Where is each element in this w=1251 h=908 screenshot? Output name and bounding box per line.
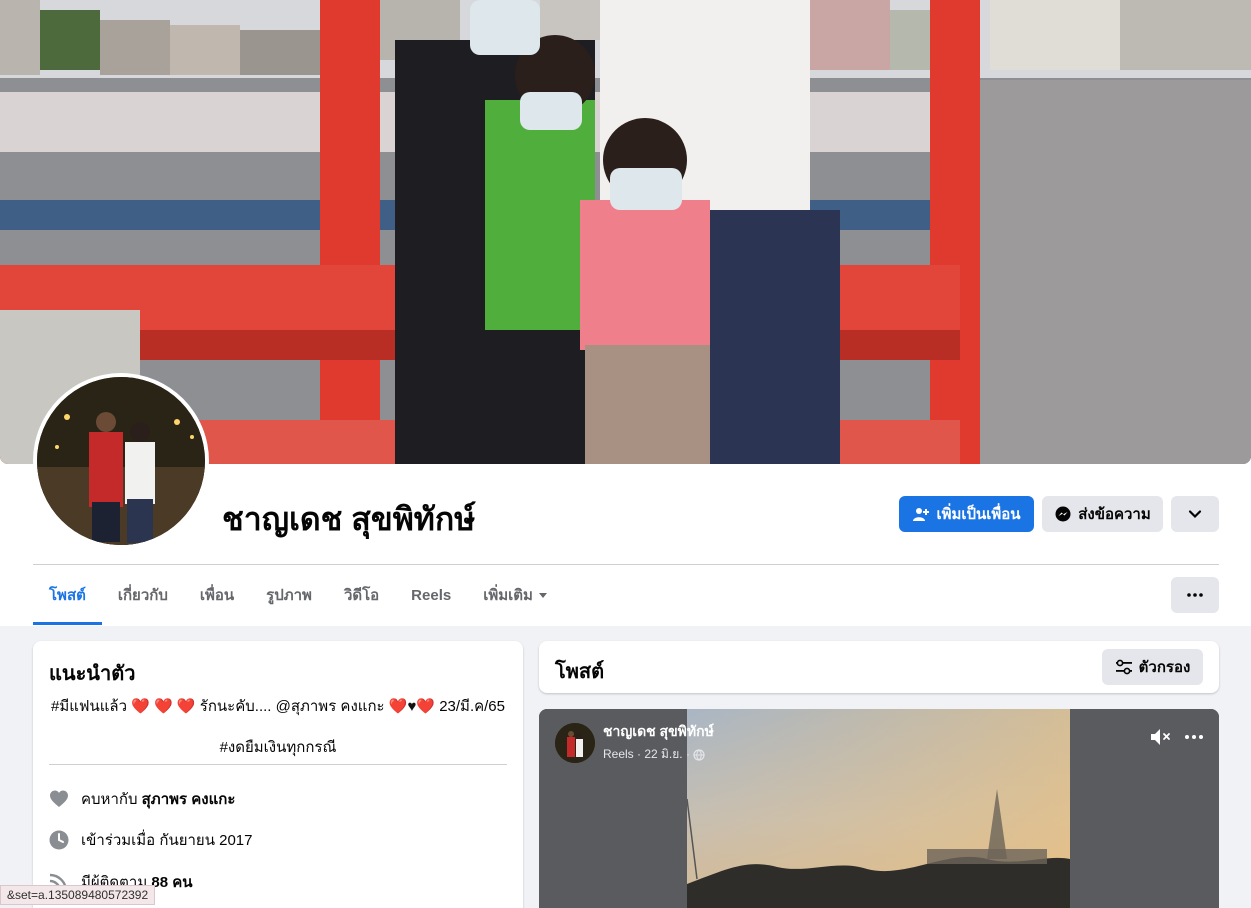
reel-video-frame — [687, 709, 1070, 908]
tab-label: รูปภาพ — [266, 587, 312, 604]
tab-label: Reels — [411, 586, 452, 604]
tab-label: เพื่อน — [199, 587, 235, 604]
chevron-down-icon — [1186, 505, 1204, 523]
intro-card: แนะนำตัว #มีแฟนแล้ว ❤️ ❤️ ❤️ รักนะคับ...… — [33, 641, 523, 908]
relationship-partner-link[interactable]: สุภาพร คงแกะ — [142, 791, 236, 808]
sliders-icon — [1115, 659, 1133, 675]
tab-more[interactable]: เพิ่มเติม — [467, 565, 563, 625]
ellipsis-icon[interactable] — [1185, 735, 1203, 739]
message-button[interactable]: ส่งข้อความ — [1042, 496, 1163, 532]
tab-posts[interactable]: โพสต์ — [33, 565, 102, 625]
heart-emoji-icon: ❤️♥❤️ — [388, 698, 436, 715]
tab-label: เกี่ยวกับ — [117, 587, 168, 604]
filter-label: ตัวกรอง — [1138, 659, 1191, 676]
globe-icon — [693, 748, 705, 761]
intro-title: แนะนำตัว — [49, 663, 136, 685]
joined-text: เข้าร่วมเมื่อ กันยายน 2017 — [81, 832, 253, 849]
heart-icon — [49, 789, 69, 809]
messenger-icon — [1054, 505, 1072, 523]
reel-controls — [1149, 727, 1203, 747]
avatar-image — [37, 377, 205, 545]
bio-line-2: #งดยืมเงินทุกกรณี — [219, 739, 337, 756]
posts-title: โพสต์ — [555, 661, 605, 683]
tab-videos[interactable]: วิดีโอ — [328, 565, 395, 625]
message-label: ส่งข้อความ — [1078, 506, 1151, 523]
tab-label: เพิ่มเติม — [483, 587, 533, 604]
profile-name: ชาญเดช สุขพิทักษ์ — [222, 501, 476, 537]
followers-count-link[interactable]: 88 คน — [151, 874, 192, 891]
tab-photos[interactable]: รูปภาพ — [250, 565, 328, 625]
bio-text: รักนะคับ.... @สุภาพร คงแกะ — [199, 698, 385, 715]
posts-header-card: โพสต์ ตัวกรอง — [539, 641, 1219, 693]
reel-video[interactable] — [687, 709, 1070, 908]
reel-meta: Reels · 22 มิ.ย. · — [603, 745, 714, 764]
add-friend-label: เพิ่มเป็นเพื่อน — [936, 506, 1021, 523]
tab-reels[interactable]: Reels — [395, 565, 467, 625]
reel-meta-text[interactable]: Reels · 22 มิ.ย. · — [603, 745, 690, 764]
tab-friends[interactable]: เพื่อน — [184, 565, 250, 625]
clock-icon — [49, 830, 69, 850]
cover-photo[interactable] — [0, 0, 1251, 464]
person-plus-icon — [912, 505, 930, 523]
bio-date: 23/มี.ค/65 — [439, 698, 505, 715]
reel-post[interactable]: ชาญเดช สุขพิทักษ์ Reels · 22 มิ.ย. · — [539, 709, 1219, 908]
relationship-text: คบหากับ สุภาพร คงแกะ — [81, 787, 235, 811]
reel-author-name[interactable]: ชาญเดช สุขพิทักษ์ — [603, 721, 714, 743]
heart-emoji-icon: ❤️ ❤️ ❤️ — [131, 698, 196, 715]
caret-down-icon — [538, 592, 547, 598]
ellipsis-icon — [1186, 586, 1204, 604]
joined-row: เข้าร่วมเมื่อ กันยายน 2017 — [49, 828, 253, 852]
tab-label: โพสต์ — [49, 587, 86, 604]
relationship-row: คบหากับ สุภาพร คงแกะ — [49, 787, 235, 811]
tab-more-options-button[interactable] — [1171, 577, 1219, 613]
profile-avatar[interactable] — [33, 373, 209, 549]
reel-author-avatar[interactable] — [555, 722, 595, 763]
tab-label: วิดีโอ — [343, 587, 380, 604]
bio-line-1: #มีแฟนแล้ว ❤️ ❤️ ❤️ รักนะคับ.... @สุภาพร… — [33, 694, 523, 718]
cover-photo-image — [0, 0, 1251, 464]
intro-divider — [49, 764, 507, 765]
profile-tabs: โพสต์ เกี่ยวกับ เพื่อน รูปภาพ วิดีโอ Ree… — [33, 565, 563, 625]
reel-author: ชาญเดช สุขพิทักษ์ Reels · 22 มิ.ย. · — [555, 721, 714, 764]
relationship-prefix: คบหากับ — [81, 791, 138, 808]
filter-button[interactable]: ตัวกรอง — [1102, 649, 1203, 685]
bio-hashtag[interactable]: #มีแฟนแล้ว — [51, 698, 127, 715]
profile-header: ชาญเดช สุขพิทักษ์ เพิ่มเป็นเพื่อน ส่งข้อ… — [0, 0, 1251, 626]
tab-about[interactable]: เกี่ยวกับ — [102, 565, 184, 625]
status-bar-url: &set=a.135089480572392 — [0, 885, 156, 905]
add-friend-button[interactable]: เพิ่มเป็นเพื่อน — [899, 496, 1034, 532]
speaker-muted-icon[interactable] — [1149, 727, 1171, 747]
more-actions-button[interactable] — [1171, 496, 1219, 532]
